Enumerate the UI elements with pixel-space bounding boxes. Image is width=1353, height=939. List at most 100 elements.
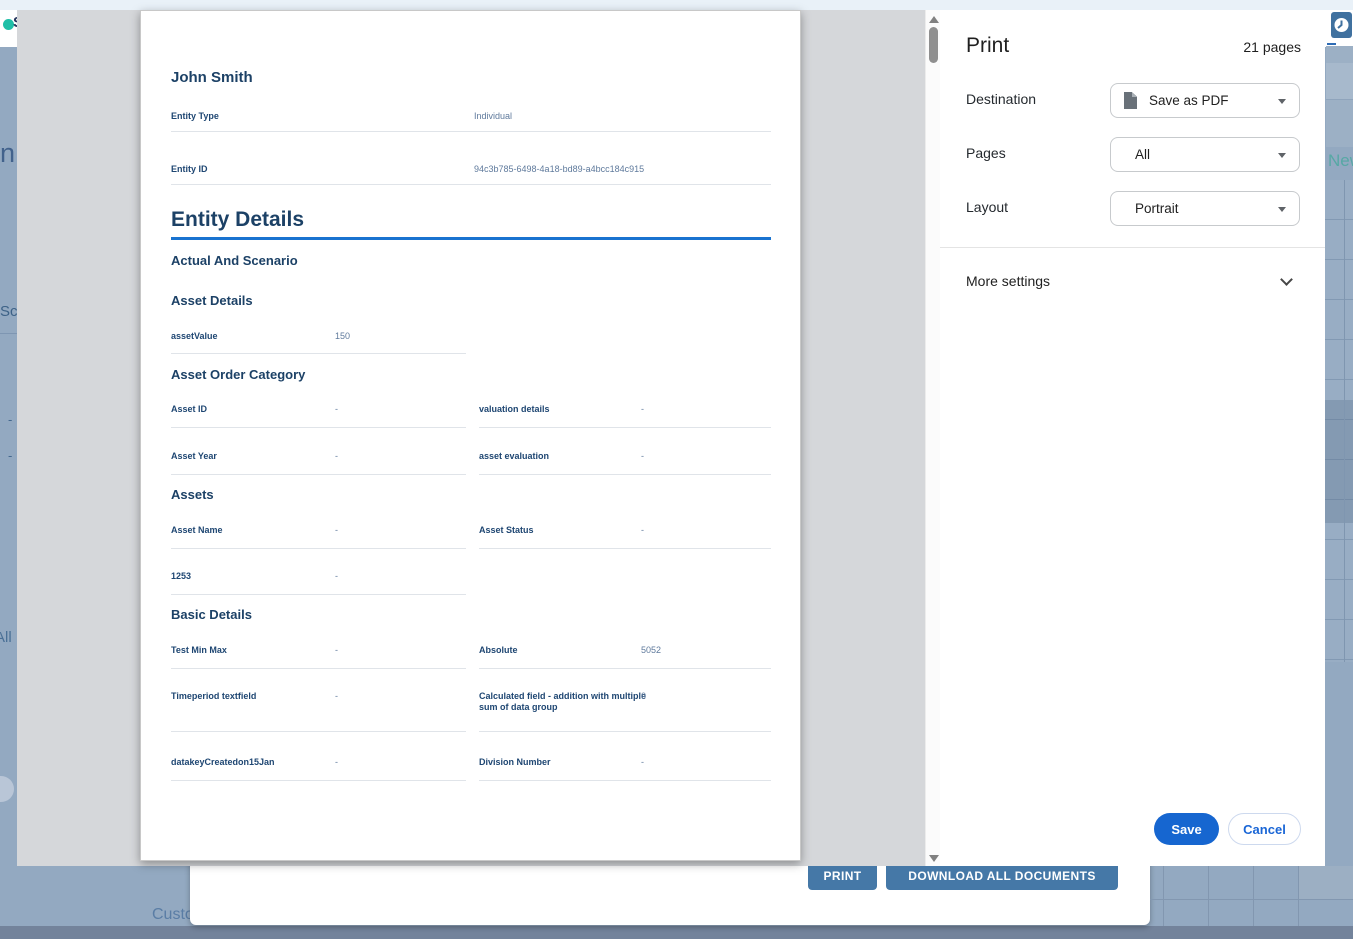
field-row: Test Min Max -	[171, 645, 466, 669]
field-row: assetValue 150	[171, 331, 466, 354]
background-block	[1326, 46, 1353, 63]
field-label: asset evaluation	[479, 451, 549, 461]
cancel-button[interactable]: Cancel	[1228, 813, 1301, 845]
field-value: -	[641, 525, 644, 535]
divider	[0, 333, 17, 334]
field-label: Absolute	[479, 645, 518, 655]
field-row: Entity ID 94c3b785-6498-4a18-bd89-a4bcc1…	[171, 164, 771, 185]
field-row: Asset ID -	[171, 404, 466, 428]
field-label: Timeperiod textfield	[171, 691, 256, 701]
field-row: Calculated field - addition with multipl…	[479, 691, 771, 732]
field-value: 5052	[641, 645, 661, 655]
subsection-heading: Actual And Scenario	[171, 253, 298, 268]
field-label: Entity Type	[171, 111, 219, 121]
divider	[940, 247, 1325, 248]
field-value: -	[335, 404, 338, 414]
field-label: Entity ID	[171, 164, 208, 174]
caret-down-icon	[1278, 207, 1286, 212]
field-label: Asset ID	[171, 404, 207, 414]
arrow-down-icon[interactable]	[929, 855, 939, 862]
new-link-partial[interactable]: New	[1328, 151, 1353, 171]
field-label: 1253	[171, 571, 191, 581]
background-block	[1326, 63, 1353, 100]
chevron-down-icon	[1280, 273, 1293, 286]
pdf-file-icon	[1124, 92, 1137, 109]
layout-label: Layout	[966, 199, 1008, 215]
preview-scrollbar[interactable]	[925, 10, 940, 866]
field-value: -	[335, 691, 338, 701]
field-label: Test Min Max	[171, 645, 227, 655]
background-avatar	[0, 776, 14, 802]
pages-value: All	[1135, 147, 1150, 162]
section-heading: Entity Details	[171, 208, 304, 232]
print-dialog-title: Print	[966, 34, 1009, 58]
caret-down-icon	[1278, 153, 1286, 158]
grid-line	[1208, 866, 1209, 926]
field-row: Timeperiod textfield -	[171, 691, 466, 732]
field-value: 150	[335, 331, 350, 341]
field-value: -	[641, 404, 644, 414]
download-all-documents-button[interactable]: DOWNLOAD ALL DOCUMENTS	[886, 862, 1118, 890]
pages-dropdown[interactable]: All	[1110, 137, 1300, 172]
field-value: -	[641, 451, 644, 461]
grid-line	[1163, 866, 1164, 926]
print-preview-page: John Smith Entity Type Individual Entity…	[140, 10, 801, 861]
field-row: datakeyCreatedon15Jan -	[171, 757, 466, 781]
background-dash: -	[8, 412, 12, 427]
subsection-heading: Assets	[171, 487, 214, 502]
divider	[1344, 180, 1345, 662]
save-button[interactable]: Save	[1154, 813, 1219, 845]
grid-line	[1150, 899, 1353, 900]
page-top-strip	[0, 0, 1353, 10]
menu-bars-icon	[1327, 43, 1336, 45]
background-text-partial: n	[0, 138, 15, 169]
print-button[interactable]: PRINT	[808, 862, 877, 890]
clock-icon[interactable]	[1331, 12, 1352, 38]
section-heading-rule	[171, 237, 771, 240]
field-value: Individual	[474, 111, 512, 121]
field-row: Asset Year -	[171, 451, 466, 475]
field-row: asset evaluation -	[479, 451, 771, 475]
field-label: Asset Year	[171, 451, 217, 461]
field-row: Division Number -	[479, 757, 771, 781]
field-value: -	[335, 571, 338, 581]
layout-dropdown[interactable]: Portrait	[1110, 191, 1300, 226]
layout-value: Portrait	[1135, 201, 1179, 216]
field-row: Entity Type Individual	[171, 111, 771, 132]
field-row: Absolute 5052	[479, 645, 771, 669]
field-label: valuation details	[479, 404, 550, 414]
field-value: -	[335, 525, 338, 535]
field-row: Asset Name -	[171, 525, 466, 549]
field-label: assetValue	[171, 331, 218, 341]
field-value: 0	[641, 691, 646, 701]
field-label: Division Number	[479, 757, 551, 767]
more-settings-label: More settings	[966, 273, 1050, 289]
print-dialog: Print 21 pages Destination Save as PDF P…	[940, 10, 1325, 866]
caret-down-icon	[1278, 99, 1286, 104]
field-label: Asset Status	[479, 525, 534, 535]
subsection-heading: Basic Details	[171, 607, 252, 622]
field-value: -	[335, 451, 338, 461]
field-value: -	[641, 757, 644, 767]
field-label: Calculated field - addition with multipl…	[479, 691, 649, 713]
subsection-heading: Asset Order Category	[171, 367, 305, 382]
background-table-rows-dark	[1325, 400, 1353, 523]
field-row: Asset Status -	[479, 525, 771, 549]
destination-label: Destination	[966, 91, 1036, 107]
destination-dropdown[interactable]: Save as PDF	[1110, 83, 1300, 118]
field-row: valuation details -	[479, 404, 771, 428]
field-value: -	[335, 757, 338, 767]
background-dash: -	[8, 448, 12, 463]
destination-value: Save as PDF	[1149, 93, 1229, 108]
background-text-partial: All	[0, 629, 12, 646]
subsection-heading: Asset Details	[171, 293, 253, 308]
page-count: 21 pages	[1243, 39, 1301, 55]
more-settings-toggle[interactable]: More settings	[940, 262, 1325, 302]
field-value: -	[335, 645, 338, 655]
grid-line	[1253, 866, 1254, 926]
customer-text-partial: Custo	[152, 906, 194, 924]
scrollbar-thumb[interactable]	[929, 27, 938, 63]
pages-label: Pages	[966, 145, 1006, 161]
arrow-up-icon[interactable]	[929, 16, 939, 23]
field-label: Asset Name	[171, 525, 223, 535]
